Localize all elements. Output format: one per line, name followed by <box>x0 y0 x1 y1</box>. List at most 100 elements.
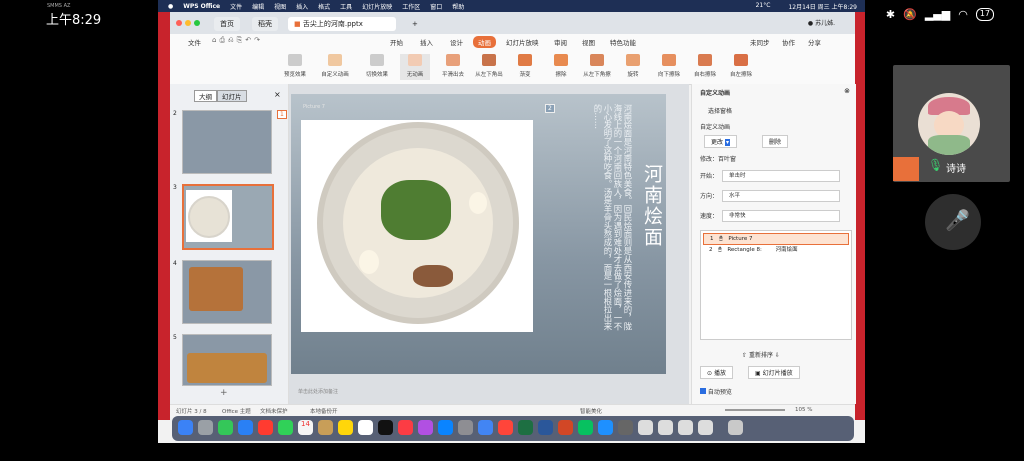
tab-home[interactable]: 首页 <box>214 17 240 31</box>
anim-from-lower-left[interactable]: 从左下角出 <box>474 54 504 78</box>
minimize-dot[interactable] <box>185 20 191 26</box>
zoom-dot[interactable] <box>194 20 200 26</box>
slide-title[interactable]: 河南烩面 <box>639 164 666 248</box>
zoom-level[interactable]: 105 % <box>795 407 812 413</box>
tab-outline[interactable]: 大纲 <box>194 90 217 102</box>
zoom-slider[interactable] <box>725 409 785 411</box>
direction-select[interactable]: 水平 <box>722 190 840 202</box>
facetime-icon[interactable] <box>278 420 293 435</box>
apple-icon[interactable]: ● <box>168 3 173 10</box>
word-icon[interactable] <box>538 420 553 435</box>
anim-wipe-right[interactable]: 自右擦除 <box>690 54 720 78</box>
sync-status[interactable]: 未同步 <box>750 37 770 47</box>
new-tab-button[interactable]: + <box>406 17 424 31</box>
finder-icon[interactable] <box>178 420 193 435</box>
checkbox-icon[interactable] <box>700 388 706 394</box>
anim-spin[interactable]: 旋转 <box>618 54 648 78</box>
doc-protect[interactable]: 文档未保护 <box>260 407 288 415</box>
slide-thumbnail-2[interactable] <box>182 110 272 174</box>
up-arrow-icon[interactable]: ⇧ <box>742 352 747 359</box>
launchpad-icon[interactable] <box>198 420 213 435</box>
add-slide-button[interactable]: + <box>220 388 228 398</box>
notes-icon[interactable] <box>338 420 353 435</box>
document-icon[interactable] <box>638 420 653 435</box>
tab-view[interactable]: 视图 <box>582 37 595 47</box>
podcasts-icon[interactable] <box>418 420 433 435</box>
tab-features[interactable]: 特色功能 <box>610 37 636 47</box>
start-select[interactable]: 单击时 <box>722 170 840 182</box>
close-dot[interactable] <box>176 20 182 26</box>
tab-slides[interactable]: 幻灯片 <box>217 90 247 102</box>
menu-help[interactable]: 帮助 <box>452 2 464 11</box>
delete-button[interactable]: 删除 <box>762 135 789 148</box>
animation-item-1[interactable]: 1 🖱 Picture 7 <box>703 233 849 245</box>
slide-thumbnail-3[interactable] <box>182 184 274 250</box>
backup-status[interactable]: 本地备份开 <box>310 407 338 415</box>
pane-close-icon[interactable]: ⊗ <box>844 87 850 95</box>
preview-effect-button[interactable]: 预览效果 <box>280 54 310 78</box>
play-button[interactable]: ⊙ 播放 <box>700 366 733 379</box>
tab-review[interactable]: 审阅 <box>554 37 567 47</box>
wps-icon[interactable] <box>498 420 513 435</box>
tab-animation[interactable]: 动画 <box>473 36 496 48</box>
settings-icon[interactable] <box>458 420 473 435</box>
document-icon[interactable] <box>658 420 673 435</box>
user-account[interactable]: ● 苏儿姊. <box>808 18 835 27</box>
menu-workspace[interactable]: 工作区 <box>402 2 420 11</box>
tab-design[interactable]: 设计 <box>450 37 463 47</box>
anim-wipe[interactable]: 擦除 <box>546 54 576 78</box>
photos-icon[interactable] <box>258 420 273 435</box>
slide-thumbnail-5[interactable] <box>182 334 272 386</box>
reminders-icon[interactable] <box>358 420 373 435</box>
down-arrow-icon[interactable]: ⇩ <box>775 352 780 359</box>
autopreview-row[interactable]: 自动预览 <box>700 387 732 396</box>
trash-icon[interactable] <box>728 420 743 435</box>
messages-icon[interactable] <box>218 420 233 435</box>
tv-icon[interactable] <box>378 420 393 435</box>
slide-body-text[interactable]: 河南烩面是河南特色美食。回民烩面则是从西安传进来的，陇海线上的一个河南回族人，因… <box>543 104 633 336</box>
menu-edit[interactable]: 编辑 <box>252 2 264 11</box>
anim-wipe-lower-left[interactable]: 从左下角擦 <box>582 54 612 78</box>
tab-file[interactable]: 文件 <box>188 37 201 47</box>
current-slide[interactable]: 1 Picture 7 河南烩面是河南特色美食。回民烩面则是从西安传进来的，陇海… <box>277 94 666 374</box>
appstore-icon[interactable] <box>438 420 453 435</box>
menu-tools[interactable]: 工具 <box>340 2 352 11</box>
notes-placeholder[interactable]: 单击此处添加备注 <box>298 388 338 395</box>
mail-icon[interactable] <box>238 420 253 435</box>
contacts-icon[interactable] <box>318 420 333 435</box>
excel-icon[interactable] <box>518 420 533 435</box>
tab-slideshow[interactable]: 幻灯片放映 <box>506 37 539 47</box>
menu-view[interactable]: 视图 <box>274 2 286 11</box>
speed-select[interactable]: 非常快 <box>722 210 840 222</box>
food-photo[interactable]: Picture 7 <box>301 104 533 332</box>
beautify-button[interactable]: 智能美化 <box>580 407 602 415</box>
slideshow-button[interactable]: ▣ 幻灯片播放 <box>748 366 800 379</box>
transition-button[interactable]: 切换效果 <box>362 54 392 78</box>
menu-slideshow[interactable]: 幻灯片放映 <box>362 2 392 11</box>
anim-fade[interactable]: 渐变 <box>510 54 540 78</box>
app-name[interactable]: WPS Office <box>183 3 220 10</box>
change-button[interactable]: 更改 ▾ <box>704 135 737 148</box>
share-button[interactable]: 分享 <box>808 37 821 47</box>
close-pane-icon[interactable]: × <box>274 90 281 99</box>
custom-animation-button[interactable]: 自定义动画 <box>320 54 350 78</box>
document-icon[interactable] <box>698 420 713 435</box>
menu-file[interactable]: 文件 <box>230 2 242 11</box>
collab-button[interactable]: 协作 <box>782 37 795 47</box>
mute-toggle-button[interactable]: 🎤 <box>925 194 981 250</box>
anim-wipe-down[interactable]: 向下擦除 <box>654 54 684 78</box>
tab-insert[interactable]: 插入 <box>420 37 433 47</box>
menu-window[interactable]: 窗口 <box>430 2 442 11</box>
tab-shell[interactable]: 稻壳 <box>252 17 278 31</box>
animation-item-2[interactable]: 2 🖱 Rectangle 8: 河南烩面 <box>703 245 847 255</box>
music-icon[interactable] <box>398 420 413 435</box>
selection-pane-link[interactable]: 选择窗格 <box>708 106 732 115</box>
ppt-dock-icon[interactable] <box>558 420 573 435</box>
tab-document[interactable]: ■ 舌尖上的河南.pptx <box>288 17 396 31</box>
chrome-icon[interactable] <box>478 420 493 435</box>
tab-start[interactable]: 开始 <box>390 37 403 47</box>
anim-wipe-left[interactable]: 自左擦除 <box>726 54 756 78</box>
document-icon[interactable] <box>678 420 693 435</box>
tencent-meeting-icon[interactable] <box>598 420 613 435</box>
menu-insert[interactable]: 插入 <box>296 2 308 11</box>
